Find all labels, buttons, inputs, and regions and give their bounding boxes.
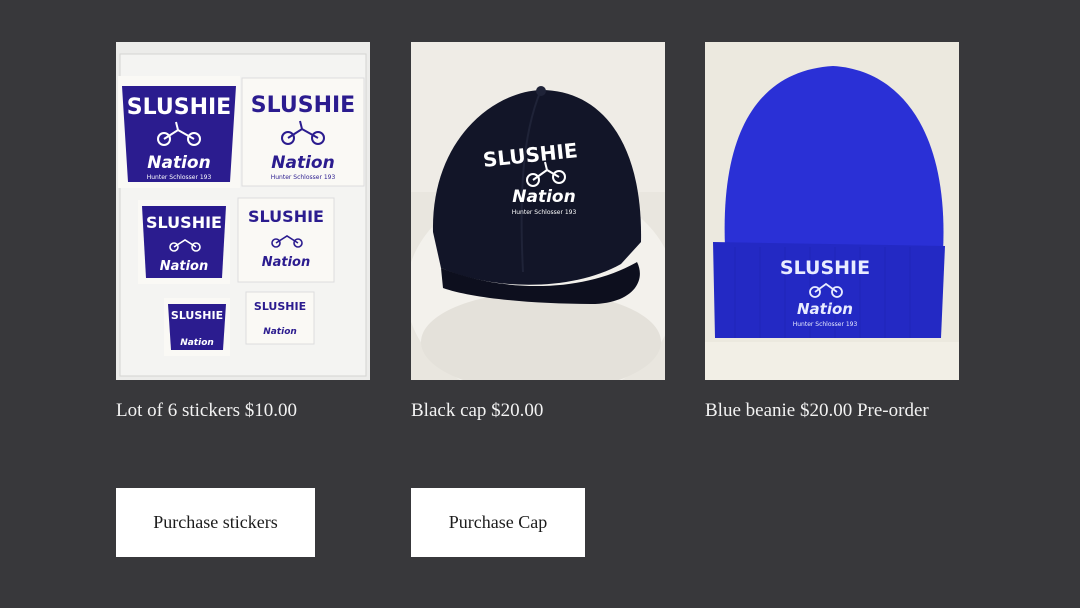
svg-text:Nation: Nation <box>512 187 575 207</box>
svg-text:Hunter Schlosser 193: Hunter Schlosser 193 <box>512 209 577 216</box>
svg-text:Hunter Schlosser 193: Hunter Schlosser 193 <box>793 321 858 328</box>
svg-text:Nation: Nation <box>180 338 214 348</box>
svg-text:SLUSHIE: SLUSHIE <box>248 207 324 226</box>
cap-illustration: SLUSHIE Nation Hunter Schlosser 193 <box>411 42 665 380</box>
svg-text:SLUSHIE: SLUSHIE <box>127 95 231 120</box>
purchase-stickers-button[interactable]: Purchase stickers <box>116 488 315 557</box>
product-card-stickers: SLUSHIE Nation Hunter Schlosser 193 SLUS… <box>116 42 370 422</box>
svg-text:Nation: Nation <box>262 255 311 270</box>
sticker-2: SLUSHIE Nation Hunter Schlosser 193 <box>241 77 365 187</box>
beanie-product-image[interactable]: SLUSHIE Nation Hunter Schlosser 193 <box>705 42 959 380</box>
svg-text:Nation: Nation <box>160 259 209 274</box>
sticker-sheet-illustration: SLUSHIE Nation Hunter Schlosser 193 SLUS… <box>116 42 370 380</box>
product-card-cap: SLUSHIE Nation Hunter Schlosser 193 Blac… <box>411 42 665 422</box>
beanie-caption: Blue beanie $20.00 Pre-order <box>705 400 929 421</box>
svg-text:SLUSHIE: SLUSHIE <box>171 309 223 322</box>
sticker-1: SLUSHIE Nation Hunter Schlosser 193 <box>118 76 240 188</box>
sticker-6: SLUSHIE Nation <box>245 291 315 345</box>
svg-text:Nation: Nation <box>271 153 334 173</box>
cap-caption: Black cap $20.00 <box>411 400 544 421</box>
stickers-caption: Lot of 6 stickers $10.00 <box>116 400 298 421</box>
svg-text:Hunter Schlosser 193: Hunter Schlosser 193 <box>147 174 212 181</box>
svg-text:Hunter Schlosser 193: Hunter Schlosser 193 <box>271 174 336 181</box>
svg-text:Nation: Nation <box>263 327 297 337</box>
sticker-4: SLUSHIE Nation <box>237 197 335 283</box>
sticker-3: SLUSHIE Nation <box>138 200 230 284</box>
purchase-cap-button[interactable]: Purchase Cap <box>411 488 585 557</box>
cap-product-image[interactable]: SLUSHIE Nation Hunter Schlosser 193 <box>411 42 665 380</box>
svg-text:SLUSHIE: SLUSHIE <box>780 257 870 279</box>
product-card-beanie: SLUSHIE Nation Hunter Schlosser 193 Blue… <box>705 42 959 422</box>
svg-text:Nation: Nation <box>797 300 853 318</box>
svg-text:SLUSHIE: SLUSHIE <box>146 213 222 232</box>
svg-text:SLUSHIE: SLUSHIE <box>254 300 306 313</box>
beanie-illustration: SLUSHIE Nation Hunter Schlosser 193 <box>705 42 959 380</box>
svg-text:SLUSHIE: SLUSHIE <box>251 93 355 118</box>
sticker-5: SLUSHIE Nation <box>164 298 230 356</box>
stickers-product-image[interactable]: SLUSHIE Nation Hunter Schlosser 193 SLUS… <box>116 42 370 380</box>
svg-text:Nation: Nation <box>147 153 210 173</box>
